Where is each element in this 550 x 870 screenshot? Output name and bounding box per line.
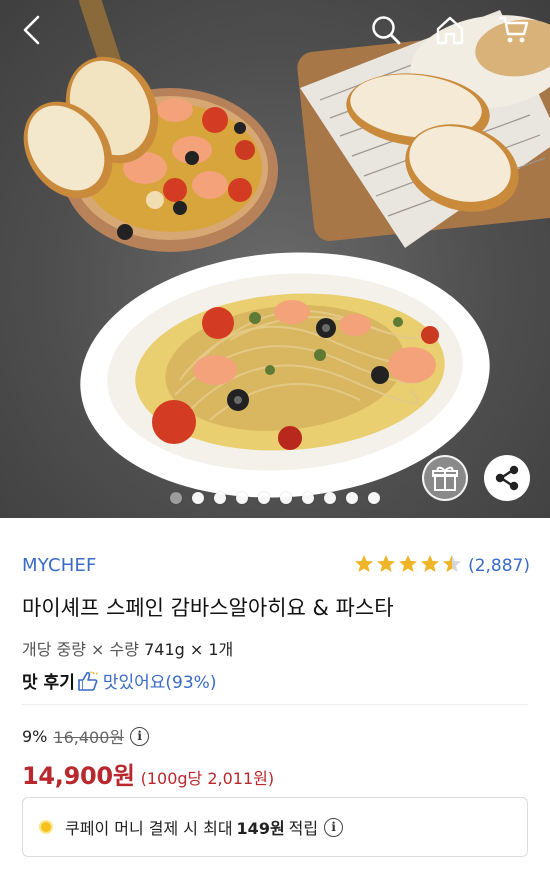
product-spec: 개당 중량 × 수량 741g × 1개 bbox=[22, 636, 233, 660]
star-half-icon bbox=[442, 554, 462, 578]
gift-icon bbox=[432, 466, 458, 491]
home-icon bbox=[436, 16, 464, 45]
info-icon[interactable]: i bbox=[130, 726, 150, 746]
carousel-dot[interactable] bbox=[280, 492, 292, 504]
product-info: MYCHEF (2,887) 마이셰프 스페인 감바스알아히요 & 파스타 개당… bbox=[0, 518, 550, 870]
coin-icon bbox=[39, 820, 53, 834]
info-icon[interactable]: i bbox=[324, 817, 344, 837]
review-count[interactable]: (2,887) bbox=[468, 556, 530, 576]
carousel-dot[interactable] bbox=[346, 492, 358, 504]
product-photo bbox=[23, 0, 550, 498]
taste-label: 맛 후기 bbox=[22, 673, 75, 693]
star-full-icon bbox=[376, 554, 396, 578]
spec-label: 개당 중량 × 수량 bbox=[22, 640, 139, 659]
thumbs-up-icon bbox=[78, 671, 98, 691]
discount-row: 9% 16,400원 i bbox=[22, 724, 150, 748]
original-price: 16,400원 bbox=[53, 728, 125, 747]
spec-value: 741g × 1개 bbox=[144, 640, 234, 659]
carousel-dot[interactable] bbox=[302, 492, 314, 504]
divider bbox=[22, 704, 528, 705]
taste-value: 맛있어요(93%) bbox=[102, 673, 217, 693]
product-image-carousel[interactable] bbox=[0, 0, 550, 518]
brand-link[interactable]: MYCHEF bbox=[22, 555, 97, 576]
cart-icon bbox=[498, 16, 529, 43]
back-button[interactable] bbox=[10, 10, 54, 50]
sale-price: 14,900원 bbox=[22, 762, 135, 790]
coupon-amount: 149원 bbox=[236, 819, 285, 838]
cart-button[interactable] bbox=[492, 10, 536, 50]
price-row: 14,900원 (100g당 2,011원) bbox=[22, 756, 274, 791]
star-full-icon bbox=[398, 554, 418, 578]
discount-rate: 9% bbox=[22, 726, 48, 746]
carousel-dot[interactable] bbox=[368, 492, 380, 504]
carousel-indicator bbox=[0, 492, 550, 506]
product-title: 마이셰프 스페인 감바스알아히요 & 파스타 bbox=[22, 596, 394, 620]
carousel-dot[interactable] bbox=[214, 492, 226, 504]
unit-price: (100g당 2,011원) bbox=[140, 769, 275, 788]
coupon-text: 쿠페이 머니 결제 시 최대 bbox=[65, 819, 233, 838]
coupon-text-after: 적립 bbox=[288, 819, 319, 838]
chevron-left-icon bbox=[23, 15, 40, 45]
search-icon bbox=[372, 16, 401, 45]
carousel-dot[interactable] bbox=[324, 492, 336, 504]
carousel-dot[interactable] bbox=[192, 492, 204, 504]
home-button[interactable] bbox=[428, 10, 472, 50]
carousel-dot[interactable] bbox=[236, 492, 248, 504]
taste-review[interactable]: 맛 후기 맛있어요(93%) bbox=[22, 668, 216, 693]
search-button[interactable] bbox=[364, 10, 408, 50]
rating-summary[interactable]: (2,887) bbox=[354, 554, 530, 578]
rating-stars bbox=[354, 554, 462, 578]
coupay-reward-banner[interactable]: 쿠페이 머니 결제 시 최대 149원 적립 i bbox=[22, 797, 528, 857]
star-full-icon bbox=[420, 554, 440, 578]
carousel-dot[interactable] bbox=[170, 492, 182, 504]
share-icon bbox=[495, 465, 519, 491]
star-full-icon bbox=[354, 554, 374, 578]
carousel-dot[interactable] bbox=[258, 492, 270, 504]
